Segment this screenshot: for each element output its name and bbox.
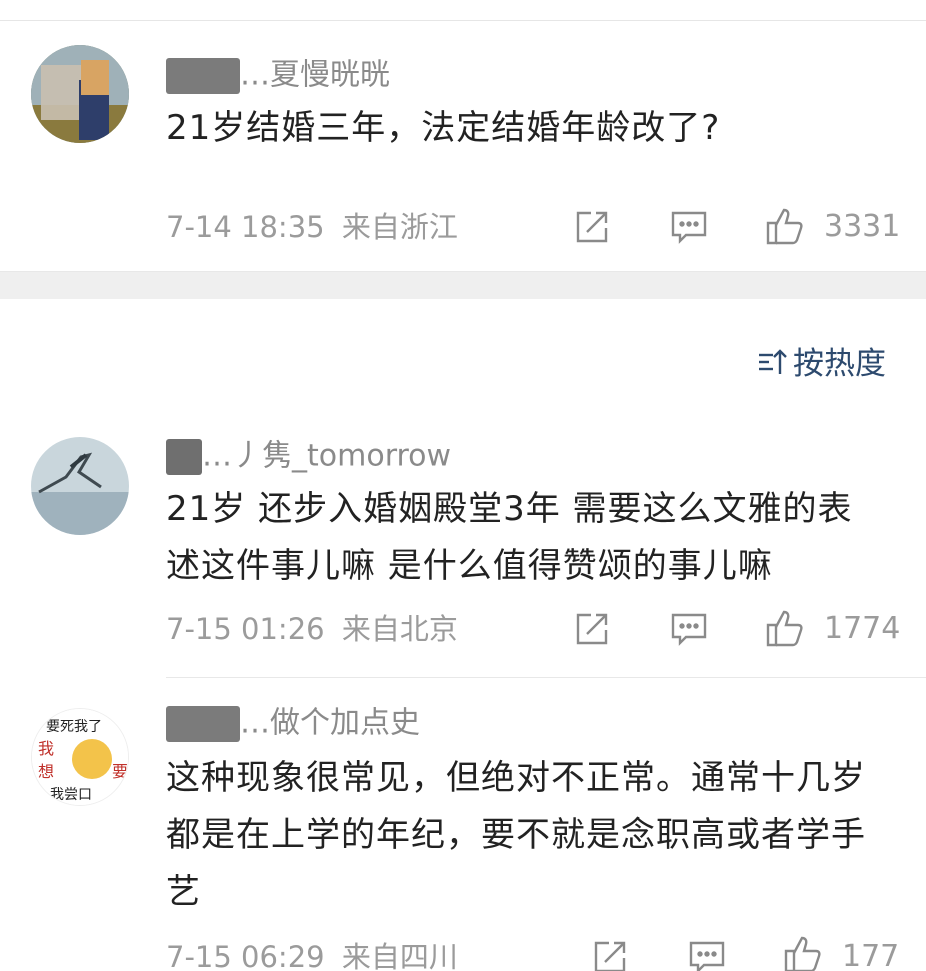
sort-button[interactable]: 按热度 [757,344,886,386]
comment-meta: 7-15 06:29 来自四川 [166,940,458,971]
share-icon[interactable] [591,938,629,971]
top-divider [0,20,926,21]
like-icon[interactable] [783,934,821,971]
blurred-name [166,706,240,742]
username-text: …做个加点史 [240,705,420,741]
username[interactable]: …夏慢晄晄 [166,58,390,94]
username-text: …夏慢晄晄 [240,57,390,93]
location: 来自北京 [341,612,458,646]
avatar[interactable]: 要死我了 我 想 要 我尝口 [31,708,129,806]
avatar[interactable] [31,437,129,535]
avatar-text: 我 [38,739,54,758]
comment-meta: 7-14 18:35 来自浙江 [166,210,458,244]
avatar-text: 要死我了 [46,719,102,735]
timestamp: 7-15 01:26 [166,612,325,646]
share-icon[interactable] [573,610,611,648]
username[interactable]: …丿隽_tomorrow [166,439,451,475]
blurred-name [166,439,202,475]
comment-text: 21岁结婚三年，法定结婚年龄改了? [166,108,721,148]
avatar-text: 想 [38,762,54,781]
comment-divider [166,677,926,678]
like-count: 177 [842,939,900,971]
comment-icon[interactable] [670,208,708,246]
like-count: 3331 [824,209,901,244]
comment-meta: 7-15 01:26 来自北京 [166,612,458,646]
sort-label: 按热度 [793,346,886,382]
comment-text: 21岁 还步入婚姻殿堂3年 需要这么文雅的表述这件事儿嘛 是什么值得赞颂的事儿嘛 [166,489,853,586]
avatar-text: 要 [112,762,128,781]
comment-icon[interactable] [670,610,708,648]
comment-text: 这种现象很常见，但绝对不正常。通常十几岁都是在上学的年纪，要不就是念职高或者学手… [166,758,866,912]
location: 来自四川 [341,940,458,971]
location: 来自浙江 [341,210,458,244]
share-icon[interactable] [573,208,611,246]
like-count: 1774 [824,611,901,646]
like-icon[interactable] [765,206,803,245]
sort-icon [757,346,787,386]
avatar[interactable] [31,45,129,143]
username-text: …丿隽_tomorrow [202,438,452,474]
section-separator [0,271,926,299]
blurred-name [166,58,240,94]
timestamp: 7-15 06:29 [166,940,325,971]
timestamp: 7-14 18:35 [166,210,325,244]
username[interactable]: …做个加点史 [166,706,420,742]
comment-icon[interactable] [688,938,726,971]
like-icon[interactable] [765,608,803,647]
avatar-text: 我尝口 [50,787,92,803]
